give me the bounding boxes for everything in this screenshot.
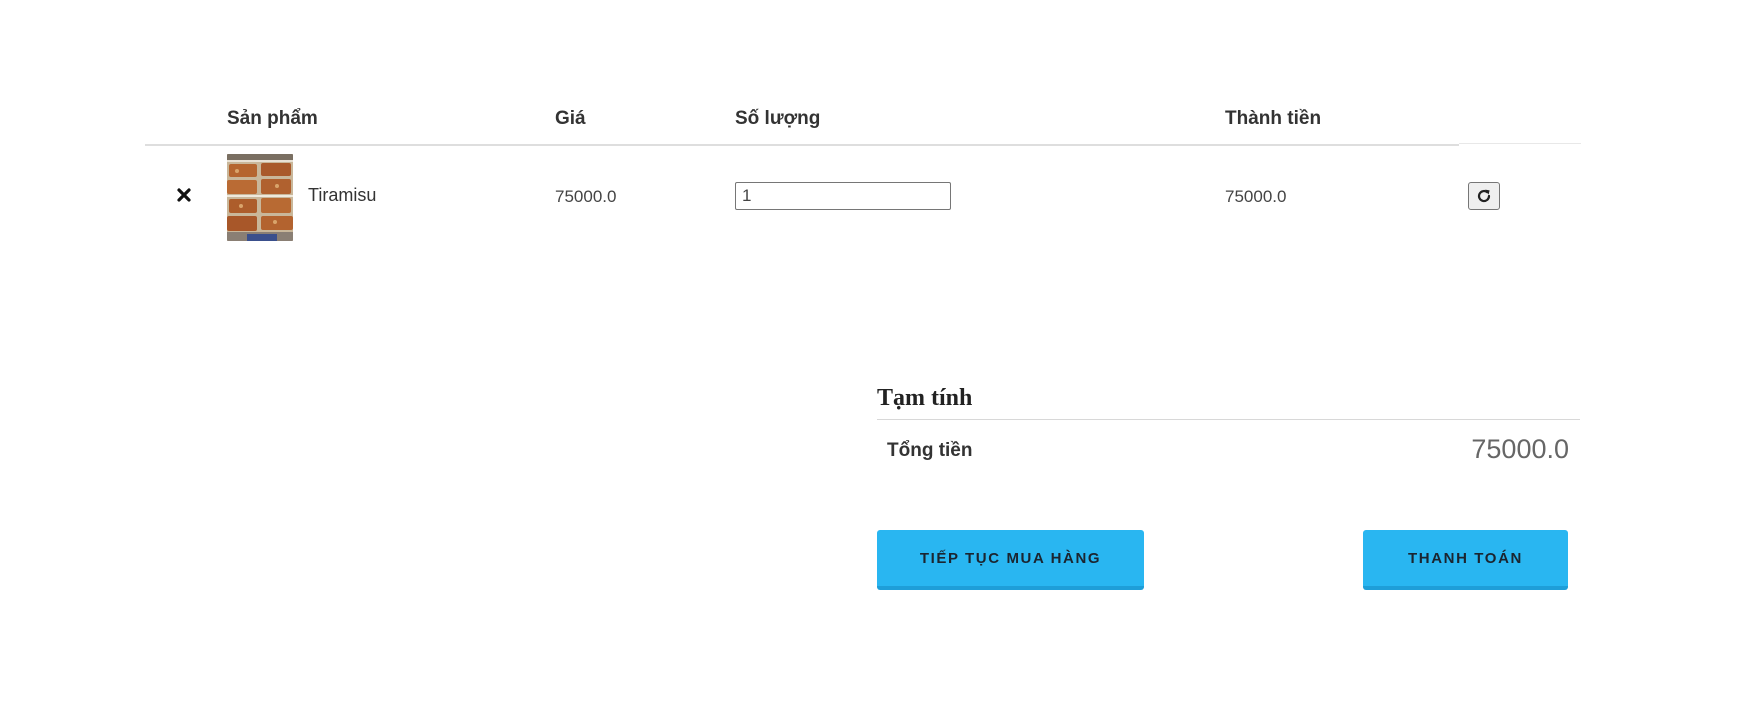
product-name-link[interactable]: Tiramisu (308, 185, 376, 206)
cart-table-header: Sản phẩm Giá Số lượng Thành tiền (145, 96, 1459, 146)
totals-row: Tổng tiền 75000.0 (877, 420, 1580, 480)
update-cart-button[interactable] (1468, 182, 1500, 210)
item-total: 75000.0 (1225, 187, 1287, 206)
cart-page: Sản phẩm Giá Số lượng Thành tiền Tiramis… (0, 0, 1744, 702)
header-divider (1459, 143, 1581, 144)
item-price: 75000.0 (555, 187, 617, 206)
totals-value: 75000.0 (1471, 434, 1569, 464)
tiramisu-image (227, 154, 293, 241)
product-thumbnail[interactable] (227, 154, 293, 241)
header-product: Sản phẩm (227, 108, 318, 129)
totals-title: Tạm tính (877, 385, 1580, 420)
checkout-button[interactable]: THANH TOÁN (1363, 530, 1568, 590)
continue-shopping-button[interactable]: TIẾP TỤC MUA HÀNG (877, 530, 1144, 590)
quantity-input[interactable] (735, 182, 951, 210)
remove-item-button[interactable] (173, 184, 195, 206)
header-quantity: Số lượng (735, 108, 821, 129)
cart-row: Tiramisu 75000.0 75000.0 (145, 146, 1580, 244)
totals-label: Tổng tiền (887, 440, 973, 461)
cart-table: Sản phẩm Giá Số lượng Thành tiền Tiramis… (145, 96, 1581, 244)
header-total: Thành tiền (1225, 108, 1322, 129)
header-price: Giá (555, 108, 586, 129)
refresh-icon (1477, 189, 1491, 203)
close-icon (177, 188, 191, 202)
cart-totals: Tạm tính Tổng tiền 75000.0 (877, 385, 1580, 480)
